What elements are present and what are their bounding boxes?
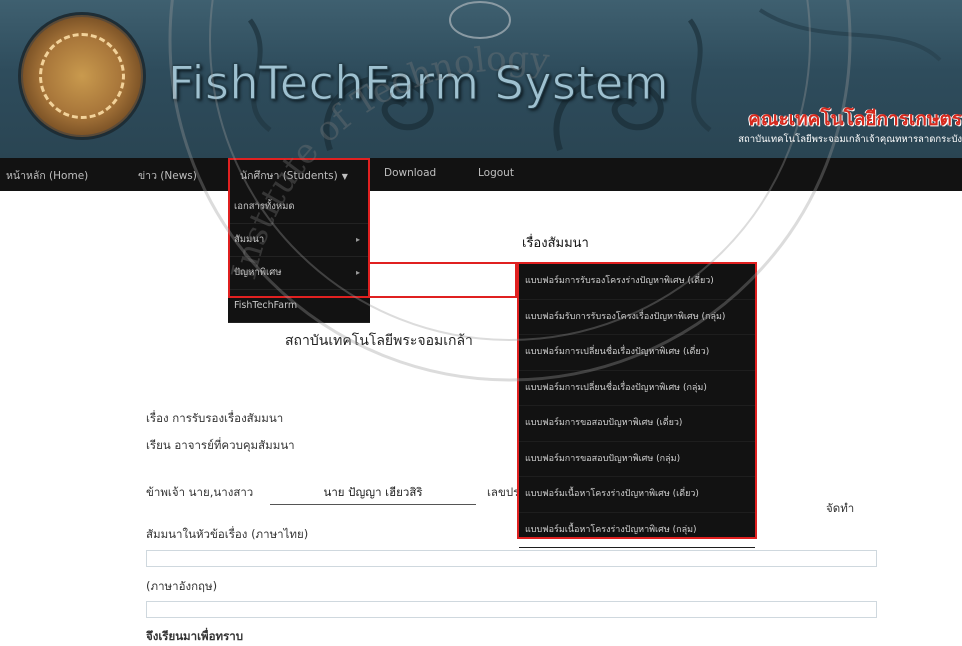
submenu-item[interactable]: แบบฟอร์มการเปลี่ยนชื่อเรื่องปัญหาพิเศษ (…	[519, 335, 755, 371]
i-prefix-label: ข้าพเจ้า นาย,นางสาว	[146, 485, 254, 499]
institute-seal-logo	[18, 12, 146, 140]
nav-logout[interactable]: Logout	[478, 167, 514, 179]
institute-name: สถาบันเทคโนโลยีพระจอมเกล้าเจ้าคุณทหารลาด…	[738, 134, 962, 145]
faculty-name: คณะเทคโนโลยีการเกษตร	[748, 108, 962, 130]
submenu-item[interactable]: แบบฟอร์มการขอสอบปัญหาพิเศษ (เดี่ยว)	[519, 406, 755, 442]
highlight-box-special	[370, 262, 517, 298]
menu-fishtechfarm-label: FishTechFarm	[234, 300, 298, 311]
institute-heading: สถาบันเทคโนโลยีพระจอมเกล้า	[285, 333, 473, 349]
thai-title-label: สัมมนาในหัวข้อเรื่อง (ภาษาไทย)	[146, 527, 309, 541]
submenu-item[interactable]: แบบฟอร์มรับการรับรองโครงเรื่องปัญหาพิเศษ…	[519, 300, 755, 335]
special-problem-submenu: แบบฟอร์มการรับรองโครงร่างปัญหาพิเศษ (เดี…	[517, 262, 757, 548]
submenu-item[interactable]: แบบฟอร์มการรับรองโครงร่างปัญหาพิเศษ (เดี…	[519, 264, 755, 300]
to-line: เรียน อาจารย์ที่ควบคุมสัมมนา	[146, 438, 295, 452]
main-navbar: หน้าหลัก (Home) ข่าว (News) นักศึกษา (St…	[0, 158, 962, 191]
highlight-box-students	[228, 158, 370, 298]
make-label: จัดทำ	[826, 501, 855, 515]
submenu-item[interactable]: แบบฟอร์มการขอสอบปัญหาพิเศษ (กลุ่ม)	[519, 442, 755, 477]
nav-home[interactable]: หน้าหลัก (Home)	[6, 167, 88, 184]
system-title: FishTechFarm System	[167, 56, 670, 111]
student-name-field[interactable]: นาย ปัญญา เฮียวสิริ	[270, 484, 476, 505]
submenu-item[interactable]: แบบฟอร์มการเปลี่ยนชื่อเรื่องปัญหาพิเศษ (…	[519, 371, 755, 406]
english-title-input[interactable]	[146, 601, 877, 618]
header-banner: FishTechFarm System คณะเทคโนโลยีการเกษตร…	[0, 0, 962, 158]
submenu-item[interactable]: แบบฟอร์มเนื้อหาโครงร่างปัญหาพิเศษ (กลุ่ม…	[519, 513, 755, 548]
submenu-item[interactable]: แบบฟอร์มเนื้อหาโครงร่างปัญหาพิเศษ (เดี่ย…	[519, 477, 755, 513]
closing-line: จึงเรียนมาเพื่อทราบ	[146, 629, 244, 643]
nav-download[interactable]: Download	[384, 167, 436, 179]
nav-news[interactable]: ข่าว (News)	[138, 167, 197, 184]
student-id-label: เลขปร	[487, 485, 520, 499]
seal-inner-ring	[39, 33, 125, 119]
subject-line: เรื่อง การรับรองเรื่องสัมมนา	[146, 411, 284, 425]
thai-title-input[interactable]	[146, 550, 877, 567]
english-title-label: (ภาษาอังกฤษ)	[146, 579, 218, 593]
page-title: เรื่องสัมมนา	[522, 236, 589, 251]
